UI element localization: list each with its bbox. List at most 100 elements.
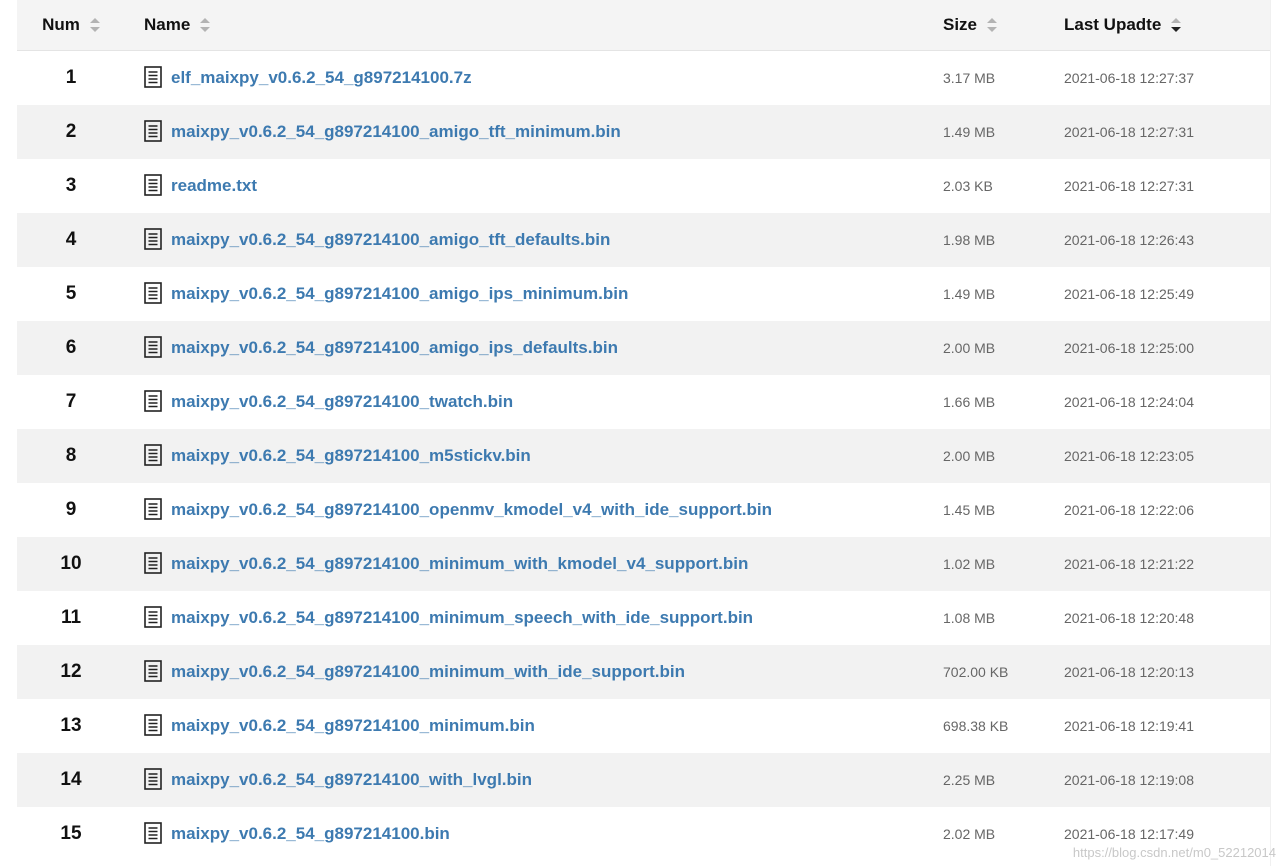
row-number: 11 bbox=[60, 607, 82, 628]
document-icon bbox=[144, 822, 162, 844]
row-size-cell: 1.08 MB bbox=[943, 591, 1063, 645]
table-header: Num Name Size Last Upadte bbox=[17, 0, 1270, 51]
row-number: 4 bbox=[65, 229, 77, 250]
header-size-cell[interactable]: Size bbox=[943, 0, 1063, 50]
row-num-cell: 5 bbox=[17, 267, 125, 321]
row-num-cell: 10 bbox=[17, 537, 125, 591]
header-num-cell[interactable]: Num bbox=[17, 0, 125, 50]
document-icon bbox=[144, 336, 162, 358]
file-size: 1.66 MB bbox=[943, 394, 996, 410]
sort-size-icon[interactable] bbox=[987, 18, 998, 32]
file-link[interactable]: maixpy_v0.6.2_54_g897214100_openmv_kmode… bbox=[171, 500, 772, 520]
file-link[interactable]: maixpy_v0.6.2_54_g897214100_minimum_with… bbox=[171, 554, 748, 574]
row-size-cell: 1.66 MB bbox=[943, 375, 1063, 429]
row-number: 1 bbox=[65, 67, 77, 88]
row-date-cell: 2021-06-18 12:27:37 bbox=[1064, 51, 1270, 105]
file-link[interactable]: elf_maixpy_v0.6.2_54_g897214100.7z bbox=[171, 68, 472, 88]
row-size-cell: 2.00 MB bbox=[943, 429, 1063, 483]
file-link[interactable]: readme.txt bbox=[171, 176, 257, 196]
file-size: 1.49 MB bbox=[943, 124, 996, 140]
row-name-cell: maixpy_v0.6.2_54_g897214100_amigo_ips_de… bbox=[144, 321, 934, 375]
row-num-cell: 8 bbox=[17, 429, 125, 483]
file-link[interactable]: maixpy_v0.6.2_54_g897214100_amigo_tft_mi… bbox=[171, 122, 621, 142]
file-link[interactable]: maixpy_v0.6.2_54_g897214100_m5stickv.bin bbox=[171, 446, 531, 466]
sort-num-icon[interactable] bbox=[89, 18, 100, 32]
row-date-cell: 2021-06-18 12:19:41 bbox=[1064, 699, 1270, 753]
file-link[interactable]: maixpy_v0.6.2_54_g897214100_minimum.bin bbox=[171, 716, 535, 736]
file-link[interactable]: maixpy_v0.6.2_54_g897214100_minimum_spee… bbox=[171, 608, 753, 628]
row-name-cell: maixpy_v0.6.2_54_g897214100_m5stickv.bin bbox=[144, 429, 934, 483]
row-date-cell: 2021-06-18 12:21:22 bbox=[1064, 537, 1270, 591]
row-number: 10 bbox=[60, 553, 82, 574]
row-num-cell: 1 bbox=[17, 51, 125, 105]
file-link[interactable]: maixpy_v0.6.2_54_g897214100_amigo_tft_de… bbox=[171, 230, 610, 250]
row-number: 6 bbox=[65, 337, 77, 358]
file-size: 1.08 MB bbox=[943, 610, 996, 626]
file-date: 2021-06-18 12:24:04 bbox=[1064, 394, 1194, 410]
row-size-cell: 2.00 MB bbox=[943, 321, 1063, 375]
row-num-cell: 13 bbox=[17, 699, 125, 753]
file-link[interactable]: maixpy_v0.6.2_54_g897214100_amigo_ips_de… bbox=[171, 338, 618, 358]
row-name-cell: readme.txt bbox=[144, 159, 934, 213]
sort-date-desc-icon[interactable] bbox=[1171, 18, 1182, 32]
document-icon bbox=[144, 174, 162, 196]
document-icon bbox=[144, 66, 162, 88]
row-size-cell: 3.17 MB bbox=[943, 51, 1063, 105]
table-row: 2 maixpy_v0.6.2_54_g897214100_amigo_tft_m… bbox=[17, 105, 1270, 159]
row-name-cell: maixpy_v0.6.2_54_g897214100_minimum_with… bbox=[144, 537, 934, 591]
document-icon bbox=[144, 606, 162, 628]
row-number: 14 bbox=[60, 769, 82, 790]
header-date-cell[interactable]: Last Upadte bbox=[1064, 0, 1270, 50]
document-icon bbox=[144, 714, 162, 736]
row-name-cell: maixpy_v0.6.2_54_g897214100_twatch.bin bbox=[144, 375, 934, 429]
file-date: 2021-06-18 12:19:08 bbox=[1064, 772, 1194, 788]
table-body: 1 elf_maixpy_v0.6.2_54_g897214100.7z 3.17 … bbox=[17, 51, 1270, 861]
row-date-cell: 2021-06-18 12:20:48 bbox=[1064, 591, 1270, 645]
row-number: 2 bbox=[65, 121, 77, 142]
row-name-cell: maixpy_v0.6.2_54_g897214100.bin bbox=[144, 807, 934, 861]
row-size-cell: 1.49 MB bbox=[943, 267, 1063, 321]
header-num-label: Num bbox=[42, 15, 80, 34]
table-row: 12 maixpy_v0.6.2_54_g897214100_minimum_wi… bbox=[17, 645, 1270, 699]
sort-name-icon[interactable] bbox=[200, 18, 211, 32]
row-name-cell: maixpy_v0.6.2_54_g897214100_minimum_spee… bbox=[144, 591, 934, 645]
file-link[interactable]: maixpy_v0.6.2_54_g897214100_minimum_with… bbox=[171, 662, 685, 682]
row-date-cell: 2021-06-18 12:20:13 bbox=[1064, 645, 1270, 699]
row-date-cell: 2021-06-18 12:27:31 bbox=[1064, 159, 1270, 213]
file-date: 2021-06-18 12:20:13 bbox=[1064, 664, 1194, 680]
document-icon bbox=[144, 120, 162, 142]
file-date: 2021-06-18 12:27:31 bbox=[1064, 178, 1194, 194]
table-row: 7 maixpy_v0.6.2_54_g897214100_twatch.bin 1… bbox=[17, 375, 1270, 429]
file-link[interactable]: maixpy_v0.6.2_54_g897214100_with_lvgl.bi… bbox=[171, 770, 532, 790]
row-num-cell: 9 bbox=[17, 483, 125, 537]
row-name-cell: maixpy_v0.6.2_54_g897214100_minimum_with… bbox=[144, 645, 934, 699]
file-size: 698.38 KB bbox=[943, 718, 1009, 734]
page-edge-line bbox=[1270, 0, 1271, 866]
row-name-cell: maixpy_v0.6.2_54_g897214100_with_lvgl.bi… bbox=[144, 753, 934, 807]
file-size: 2.00 MB bbox=[943, 448, 996, 464]
row-name-cell: maixpy_v0.6.2_54_g897214100_amigo_ips_mi… bbox=[144, 267, 934, 321]
row-number: 12 bbox=[60, 661, 82, 682]
row-size-cell: 1.49 MB bbox=[943, 105, 1063, 159]
file-link[interactable]: maixpy_v0.6.2_54_g897214100_twatch.bin bbox=[171, 392, 513, 412]
table-row: 3 readme.txt 2.03 KB 2021-06-18 12:27:31 bbox=[17, 159, 1270, 213]
row-num-cell: 3 bbox=[17, 159, 125, 213]
row-num-cell: 7 bbox=[17, 375, 125, 429]
header-name-cell[interactable]: Name bbox=[144, 0, 934, 50]
file-link[interactable]: maixpy_v0.6.2_54_g897214100.bin bbox=[171, 824, 450, 844]
table-row: 4 maixpy_v0.6.2_54_g897214100_amigo_tft_d… bbox=[17, 213, 1270, 267]
file-date: 2021-06-18 12:27:37 bbox=[1064, 70, 1194, 86]
file-size: 2.25 MB bbox=[943, 772, 996, 788]
file-link[interactable]: maixpy_v0.6.2_54_g897214100_amigo_ips_mi… bbox=[171, 284, 628, 304]
table-row: 6 maixpy_v0.6.2_54_g897214100_amigo_ips_d… bbox=[17, 321, 1270, 375]
watermark: https://blog.csdn.net/m0_52212014 bbox=[1072, 845, 1276, 860]
row-name-cell: maixpy_v0.6.2_54_g897214100_openmv_kmode… bbox=[144, 483, 934, 537]
file-date: 2021-06-18 12:22:06 bbox=[1064, 502, 1194, 518]
file-date: 2021-06-18 12:17:49 bbox=[1064, 826, 1194, 842]
row-number: 15 bbox=[60, 823, 82, 844]
row-num-cell: 11 bbox=[17, 591, 125, 645]
row-num-cell: 4 bbox=[17, 213, 125, 267]
header-date-label: Last Upadte bbox=[1064, 15, 1162, 34]
file-size: 702.00 KB bbox=[943, 664, 1009, 680]
file-size: 3.17 MB bbox=[943, 70, 996, 86]
